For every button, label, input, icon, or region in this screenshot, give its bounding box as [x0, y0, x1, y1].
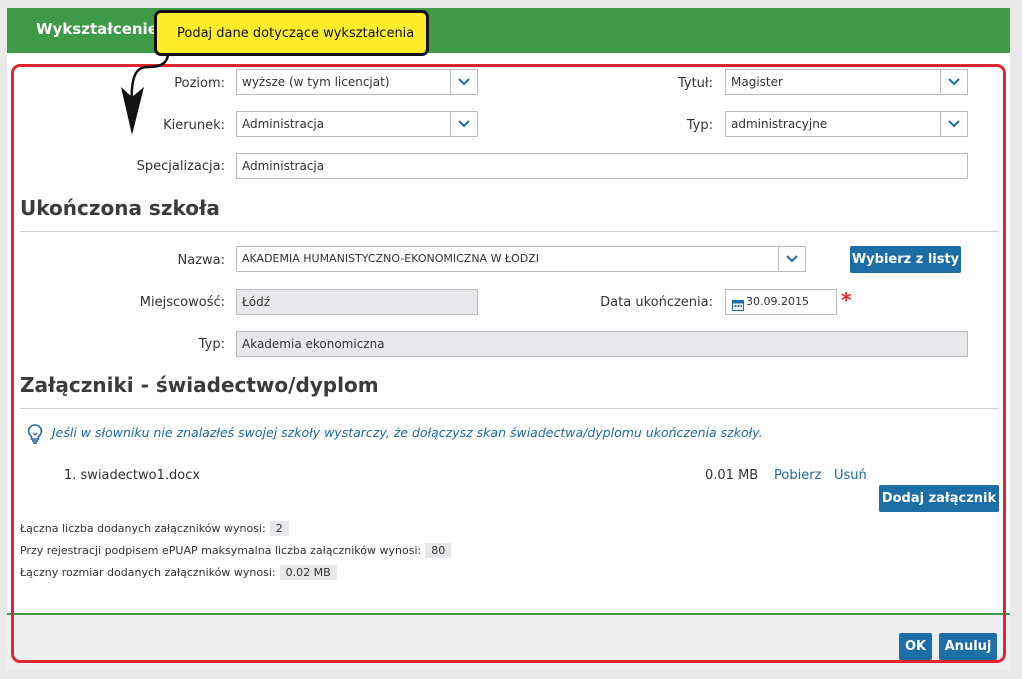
divider [20, 408, 999, 409]
data-ukonczenia-value: 30.09.2015 [746, 295, 809, 308]
miejscowosc-label: Miejscowość: [139, 295, 225, 310]
arrow-icon [121, 53, 170, 135]
attachment-max-line: Przy rejestracji podpisem ePUAP maksymal… [20, 543, 452, 558]
data-ukonczenia-input[interactable]: 30.09.2015 [725, 289, 837, 315]
kierunek-value: Administracja [242, 117, 325, 131]
nazwa-select[interactable]: AKADEMIA HUMANISTYCZNO-EKONOMICZNA W ŁOD… [236, 246, 806, 272]
attachment-filename: 1. swiadectwo1.docx [64, 468, 201, 483]
kierunek-select[interactable]: Administracja [236, 111, 478, 137]
miejscowosc-field: Łódź [236, 289, 478, 315]
typ-szkoly-label: Typ: [198, 337, 225, 352]
miejscowosc-value: Łódź [242, 295, 271, 309]
tytul-value: Magister [731, 75, 783, 89]
kierunek-label: Kierunek: [163, 118, 225, 133]
typ-select[interactable]: administracyjne [725, 111, 968, 137]
choose-from-list-button[interactable]: Wybierz z listy [850, 246, 961, 273]
chevron-down-icon[interactable] [450, 70, 477, 94]
chevron-down-icon[interactable] [940, 70, 967, 94]
poziom-value: wyższe (w tym licencjat) [242, 75, 390, 89]
ok-button[interactable]: OK [899, 633, 932, 660]
chevron-down-icon[interactable] [940, 112, 967, 136]
attachment-size-badge: 0.02 MB [279, 565, 337, 580]
attachment-size-label: Łączny rozmiar dodanych załączników wyno… [20, 566, 276, 579]
chevron-down-icon[interactable] [450, 112, 477, 136]
education-dialog: Wykształcenie Poziom: wyższe (w tym lice… [7, 8, 1010, 670]
typ-label: Typ: [686, 118, 713, 133]
attachments-section-title: Załączniki - świadectwo/dyplom [20, 373, 379, 397]
chevron-down-icon[interactable] [778, 247, 805, 271]
attachment-size-line: Łączny rozmiar dodanych załączników wyno… [20, 565, 337, 580]
required-asterisk: * [841, 288, 852, 312]
add-attachment-button[interactable]: Dodaj załącznik [879, 485, 999, 512]
tytul-label: Tytuł: [677, 76, 713, 91]
dialog-title: Wykształcenie [36, 20, 158, 38]
poziom-select[interactable]: wyższe (w tym licencjat) [236, 69, 478, 95]
callout-text: Podaj dane dotyczące wykształcenia [177, 26, 415, 41]
attachment-count-line: Łączna liczba dodanych załączników wynos… [20, 521, 289, 536]
attachment-size: 0.01 MB [705, 468, 759, 483]
download-link[interactable]: Pobierz [774, 468, 821, 483]
divider [20, 231, 999, 232]
tytul-select[interactable]: Magister [725, 69, 968, 95]
tooltip-callout: Podaj dane dotyczące wykształcenia [154, 10, 429, 56]
nazwa-label: Nazwa: [177, 253, 226, 268]
lightbulb-icon [27, 424, 43, 448]
school-section-title: Ukończona szkoła [20, 196, 220, 220]
attachment-count-label: Łączna liczba dodanych załączników wynos… [20, 522, 266, 535]
nazwa-value: AKADEMIA HUMANISTYCZNO-EKONOMICZNA W ŁOD… [242, 252, 540, 265]
attachments-info-text: Jeśli w słowniku nie znalazłeś swojej sz… [52, 425, 763, 440]
remove-link[interactable]: Usuń [834, 468, 867, 483]
cancel-button[interactable]: Anuluj [939, 633, 997, 660]
poziom-label: Poziom: [174, 76, 225, 91]
specjalizacja-label: Specjalizacja: [136, 159, 225, 174]
specjalizacja-input[interactable] [236, 153, 968, 179]
attachment-count-badge: 2 [269, 521, 289, 536]
attachment-max-label: Przy rejestracji podpisem ePUAP maksymal… [20, 544, 422, 557]
typ-szkoly-field: Akademia ekonomiczna [236, 331, 968, 357]
data-ukonczenia-label: Data ukończenia: [600, 295, 713, 310]
typ-szkoly-value: Akademia ekonomiczna [242, 337, 385, 351]
typ-value: administracyjne [731, 117, 828, 131]
calendar-icon[interactable] [732, 296, 744, 314]
attachment-max-badge: 80 [425, 543, 452, 558]
dialog-footer: OK Anuluj [7, 613, 1010, 670]
